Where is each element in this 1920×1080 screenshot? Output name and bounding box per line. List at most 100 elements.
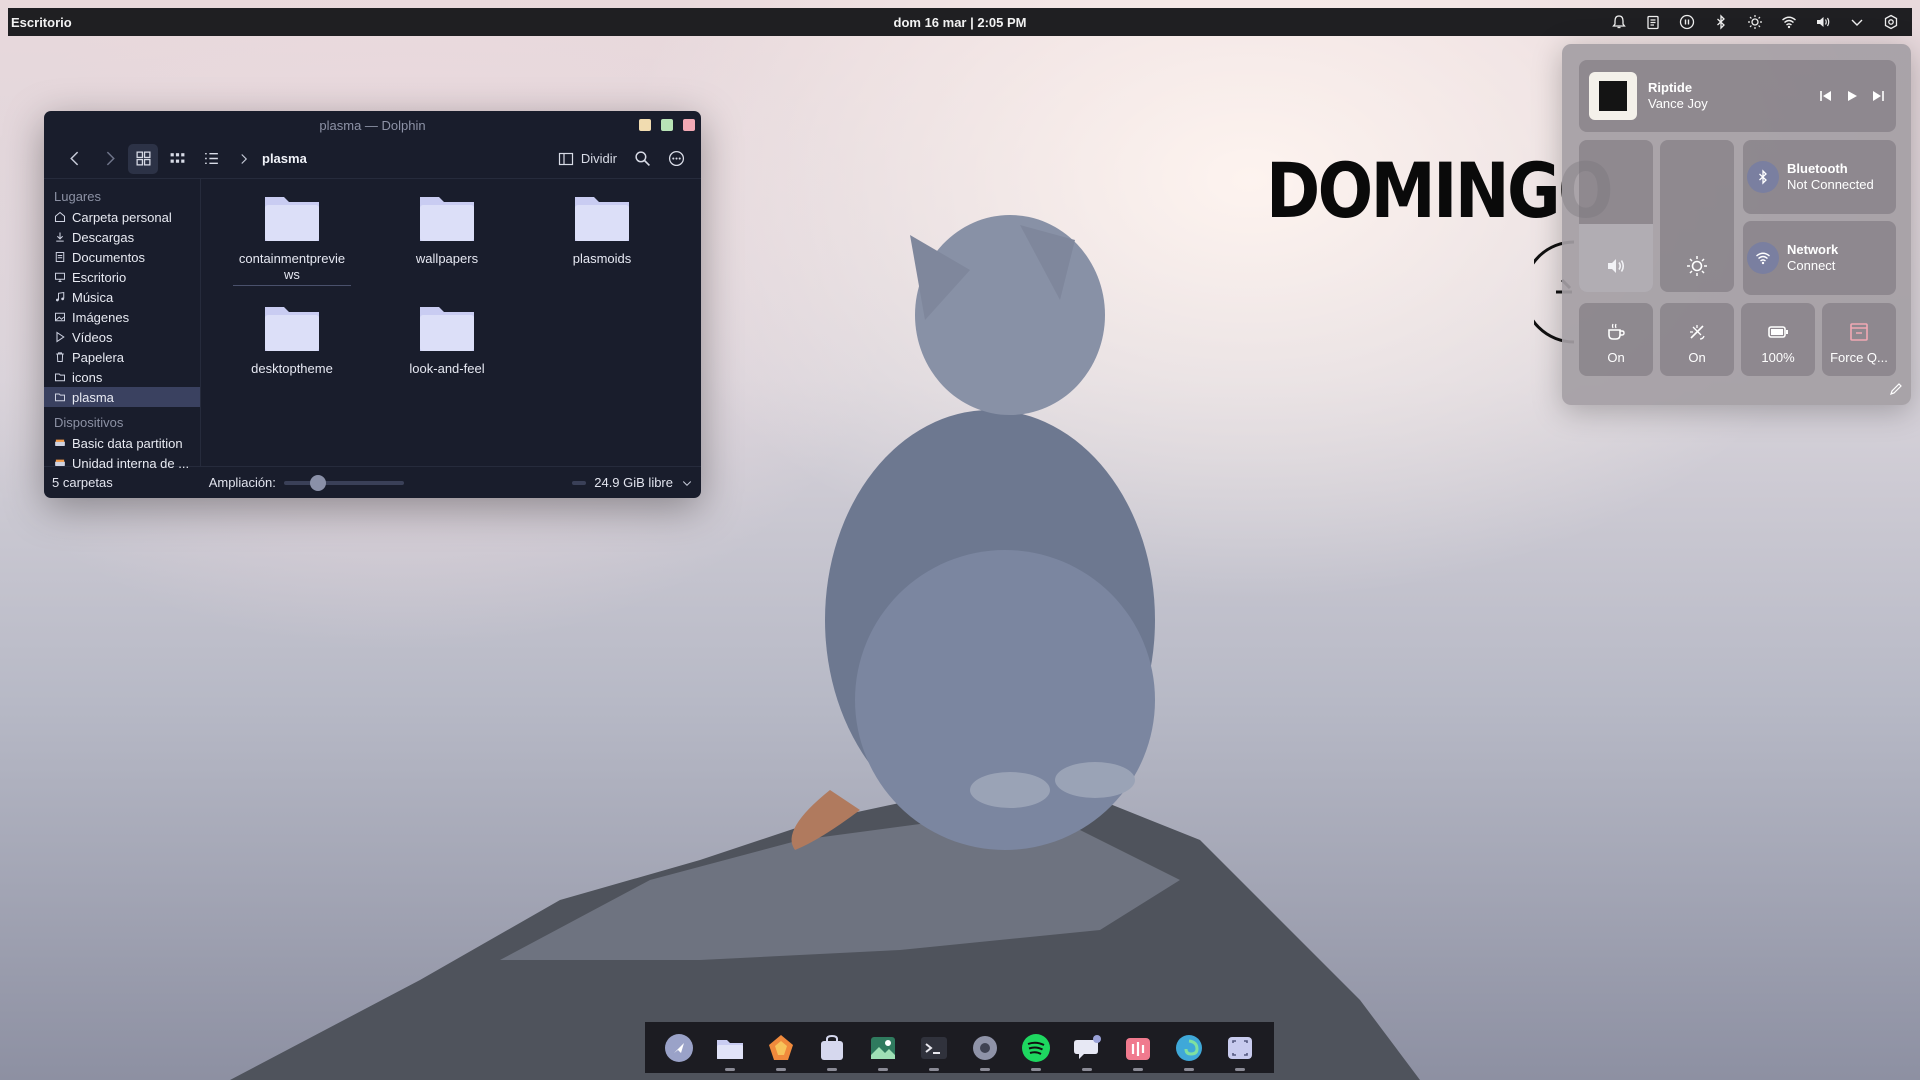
network-tile[interactable]: Network Connect: [1743, 221, 1896, 295]
bluetooth-tile[interactable]: Bluetooth Not Connected: [1743, 140, 1896, 214]
settings-icon[interactable]: [1874, 8, 1908, 36]
sidebar-item[interactable]: Descargas: [44, 227, 200, 247]
edit-pencil-icon[interactable]: [1889, 382, 1903, 396]
dock: [645, 1022, 1274, 1073]
toolbar: plasma Dividir: [44, 139, 701, 179]
free-space-bar: [572, 480, 587, 485]
sidebar-item-label: Imágenes: [72, 309, 130, 325]
close-button[interactable]: [683, 119, 695, 131]
night-light-toggle[interactable]: On: [1660, 303, 1734, 376]
clock[interactable]: dom 16 mar | 2:05 PM: [894, 15, 1027, 30]
search-button[interactable]: [627, 144, 657, 174]
window-titlebar[interactable]: plasma — Dolphin: [44, 111, 701, 139]
icons-view-button[interactable]: [128, 143, 158, 174]
wifi-icon[interactable]: [1772, 8, 1806, 36]
dock-file-manager[interactable]: [710, 1028, 750, 1071]
sidebar-item[interactable]: Documentos: [44, 247, 200, 267]
sidebar-item-label: Papelera: [72, 349, 125, 365]
dolphin-window: plasma — Dolphin plasma Dividir Lugares: [44, 111, 701, 498]
audio-app-icon: [1126, 1037, 1151, 1060]
dock-image-viewer[interactable]: [863, 1028, 903, 1071]
caffeine-toggle[interactable]: On: [1579, 303, 1653, 376]
folder-item[interactable]: look-and-feel: [388, 297, 506, 376]
next-track-icon[interactable]: [1870, 88, 1886, 104]
video-icon: [56, 331, 65, 343]
play-icon[interactable]: [1844, 88, 1860, 104]
folder-icon: [420, 307, 474, 351]
dock-edge-browser[interactable]: [1169, 1028, 1209, 1071]
forward-button[interactable]: [94, 144, 124, 174]
places-sidebar: Lugares Carpeta personal Descargas Documen…: [44, 179, 201, 471]
breadcrumb[interactable]: plasma: [238, 151, 307, 166]
media-pause-icon[interactable]: [1670, 8, 1704, 36]
clipboard-icon[interactable]: [1636, 8, 1670, 36]
brightness-slider[interactable]: [1660, 140, 1734, 292]
dock-launcher[interactable]: [659, 1028, 699, 1068]
folder-item[interactable]: wallpapers: [388, 187, 506, 266]
sidebar-item[interactable]: Unidad interna de ...: [44, 453, 200, 473]
desktop-label[interactable]: Escritorio: [11, 15, 72, 30]
dock-chat[interactable]: [1067, 1028, 1107, 1071]
battery-tile[interactable]: 100%: [1741, 303, 1815, 376]
brightness-icon: [1687, 256, 1707, 276]
folder-item[interactable]: containmentprevie ws: [233, 187, 351, 286]
dock-firefox[interactable]: [761, 1028, 801, 1071]
sidebar-item-label: Descargas: [72, 229, 135, 245]
media-player-tile[interactable]: Riptide Vance Joy: [1579, 60, 1896, 132]
sidebar-item[interactable]: Vídeos: [44, 327, 200, 347]
folder-name: desktoptheme: [251, 361, 333, 376]
back-button[interactable]: [60, 144, 90, 174]
minimize-button[interactable]: [639, 119, 651, 131]
dock-spotify[interactable]: [1016, 1028, 1056, 1071]
dock-software-store[interactable]: [812, 1028, 852, 1071]
details-view-button[interactable]: [196, 144, 226, 174]
download-icon: [56, 232, 64, 242]
track-artist: Vance Joy: [1648, 96, 1708, 111]
dock-audio-app[interactable]: [1118, 1028, 1158, 1071]
folder-name: look-and-feel: [409, 361, 485, 376]
dock-screenshot[interactable]: [1220, 1028, 1260, 1071]
chevron-right-icon: [241, 153, 248, 164]
desktop-icon: [55, 272, 65, 282]
volume-slider[interactable]: [1579, 140, 1653, 292]
sidebar-item[interactable]: icons: [44, 367, 200, 387]
folder-item[interactable]: desktoptheme: [233, 297, 351, 376]
sidebar-item[interactable]: Carpeta personal: [44, 207, 200, 227]
bluetooth-icon[interactable]: [1704, 8, 1738, 36]
breadcrumb-current[interactable]: plasma: [262, 151, 307, 166]
maximize-button[interactable]: [661, 119, 673, 131]
compact-view-button[interactable]: [162, 144, 192, 174]
battery-label: 100%: [1761, 350, 1795, 365]
sidebar-item[interactable]: Papelera: [44, 347, 200, 367]
sidebar-item-label: Música: [72, 289, 114, 305]
menu-button[interactable]: [661, 144, 691, 174]
dock-terminal[interactable]: [914, 1028, 954, 1071]
previous-track-icon[interactable]: [1818, 88, 1834, 104]
trash-icon: [56, 352, 64, 362]
force-quit-tile[interactable]: Force Q...: [1822, 303, 1896, 376]
dock-system-settings[interactable]: [965, 1028, 1005, 1071]
zoom-slider-handle[interactable]: [309, 474, 326, 491]
sidebar-item[interactable]: Escritorio: [44, 267, 200, 287]
sidebar-item-label: Escritorio: [72, 269, 127, 285]
folder-icon: [575, 197, 629, 241]
wifi-icon: [1747, 242, 1779, 274]
search-icon: [634, 151, 650, 166]
split-button[interactable]: Dividir: [552, 144, 623, 174]
sidebar-item[interactable]: Basic data partition: [44, 433, 200, 453]
force-quit-icon: [1850, 323, 1868, 341]
brightness-icon[interactable]: [1738, 8, 1772, 36]
folder-item[interactable]: plasmoids: [543, 187, 661, 266]
devices-header: Dispositivos: [54, 415, 124, 430]
screenshot-icon: [1228, 1036, 1253, 1059]
sidebar-item[interactable]: Música: [44, 287, 200, 307]
sidebar-item[interactable]: Imágenes: [44, 307, 200, 327]
volume-icon[interactable]: [1806, 8, 1840, 36]
sidebar-item[interactable]: plasma: [44, 387, 200, 407]
sidebar-item-label: Unidad interna de ...: [72, 455, 190, 471]
zoom-slider[interactable]: [283, 474, 404, 491]
notification-bell-icon[interactable]: [1602, 8, 1636, 36]
bluetooth-title: Bluetooth: [1787, 161, 1848, 176]
chevron-down-icon[interactable]: [1840, 8, 1874, 36]
free-space[interactable]: 24.9 GiB libre: [572, 475, 693, 490]
